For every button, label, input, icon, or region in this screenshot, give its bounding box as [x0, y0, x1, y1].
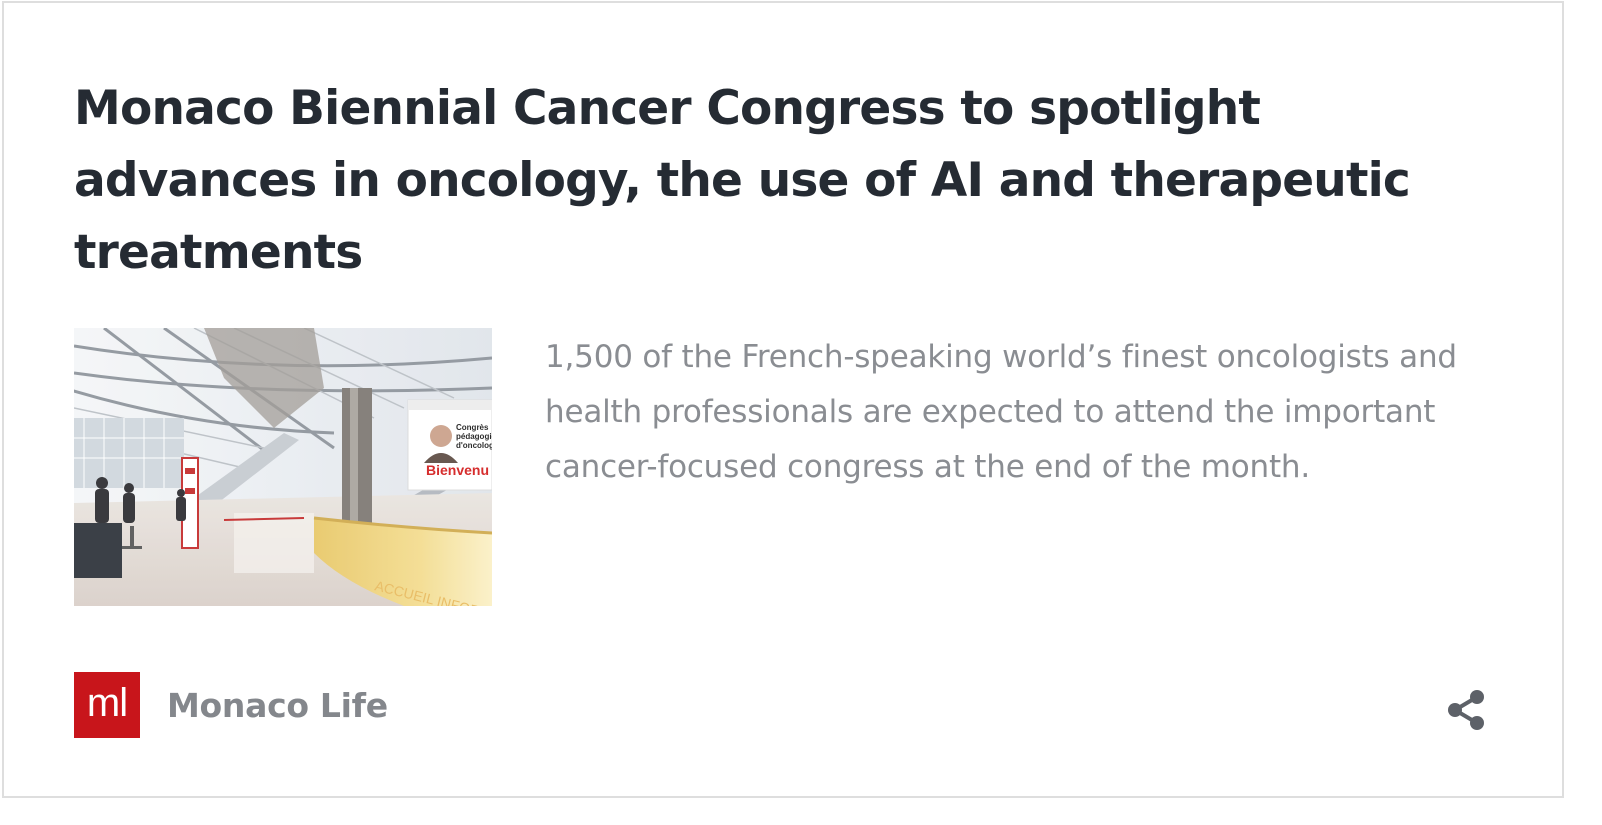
- article-thumbnail[interactable]: ACCUEIL INFORMATIC Congrès pédagogique d…: [74, 328, 492, 606]
- publisher-logo: ml: [74, 672, 140, 738]
- publisher-name: Monaco Life: [167, 685, 388, 725]
- article-summary[interactable]: 1,500 of the French-speaking world’s fin…: [545, 330, 1495, 495]
- article-headline[interactable]: Monaco Biennial Cancer Congress to spotl…: [74, 73, 1474, 289]
- publisher-link[interactable]: ml Monaco Life: [74, 672, 388, 738]
- news-card[interactable]: Monaco Biennial Cancer Congress to spotl…: [2, 1, 1564, 798]
- share-icon[interactable]: [1444, 686, 1492, 734]
